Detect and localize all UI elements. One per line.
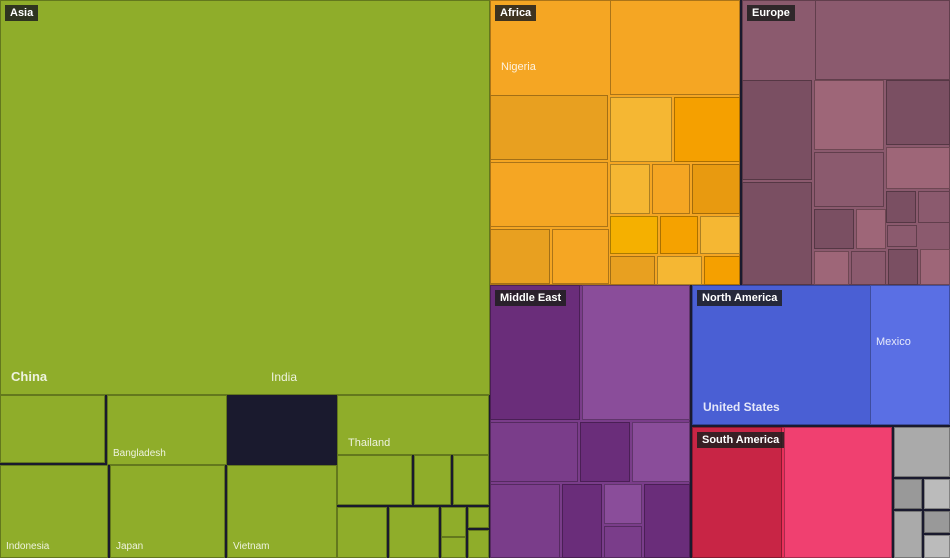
europe-sub9	[742, 182, 812, 285]
europe-sub10	[814, 251, 849, 285]
misc-block5	[924, 511, 950, 533]
asia-th-sub1	[337, 455, 412, 505]
mideast-sub4	[580, 422, 630, 482]
asia-label: Asia	[5, 5, 38, 21]
asia-th-sub8	[468, 507, 489, 528]
africa-sub10	[660, 216, 698, 254]
vietnam-block[interactable]: Vietnam	[227, 465, 337, 558]
africa-sub14	[610, 256, 655, 285]
europe-sub1	[815, 0, 950, 80]
europe-sub13	[920, 249, 950, 285]
africa-sub9	[610, 216, 658, 254]
us-label: United States	[703, 400, 780, 414]
mideast-iraq-block[interactable]: Iraq	[644, 484, 690, 558]
europe-sub3	[886, 147, 950, 189]
misc-block1	[894, 427, 950, 477]
asia-th-sub7	[441, 537, 466, 558]
europe-sub8	[887, 225, 917, 247]
japan-label: Japan	[116, 541, 143, 552]
treemap: Asia China India Bangladesh Indonesia Ja…	[0, 0, 950, 558]
mideast-sub5	[632, 422, 690, 482]
africa-sub11	[700, 216, 740, 254]
africa-sub4	[490, 95, 608, 160]
poland-block[interactable]: Poland	[814, 152, 884, 207]
africa-sub2	[610, 97, 672, 162]
mideast-sub9	[604, 526, 642, 558]
asia-region[interactable]: Asia China India	[0, 0, 490, 395]
misc-block2	[894, 479, 922, 509]
mideast-sub7	[562, 484, 602, 558]
mideast-sub6	[490, 484, 560, 558]
mexico-label: Mexico	[876, 336, 911, 348]
vietnam-label: Vietnam	[233, 541, 270, 552]
asia-th-sub4	[337, 507, 387, 558]
mideast-sub8	[604, 484, 642, 524]
europe-sub12	[888, 249, 918, 285]
europe-sub2	[886, 80, 950, 145]
europe-sub11	[851, 251, 886, 285]
bangladesh-block[interactable]: Bangladesh	[107, 395, 227, 465]
japan-block[interactable]: Japan	[110, 465, 225, 558]
africa-sub16	[704, 256, 740, 285]
asia-th-sub3	[453, 455, 489, 505]
africa-sub6	[652, 164, 690, 214]
nigeria-label: Nigeria	[501, 61, 536, 73]
africa-label: Africa	[495, 5, 536, 21]
africa-sub5	[610, 164, 650, 214]
africa-sub3	[674, 97, 740, 162]
south-america-sub2	[784, 427, 892, 558]
asia-th-sub9	[468, 530, 489, 558]
indonesia-label: Indonesia	[6, 541, 49, 552]
misc-block6	[924, 535, 950, 558]
europe-sub7	[856, 209, 886, 249]
france-block	[742, 80, 812, 180]
europe-sub4	[886, 191, 916, 223]
mideast-sub3	[490, 422, 578, 482]
europe-sub5	[918, 191, 950, 223]
asia-th-sub2	[414, 455, 451, 505]
misc-block4	[894, 511, 922, 558]
india-label: India	[271, 370, 297, 384]
asia-th-sub6	[441, 507, 466, 537]
africa-sub13	[552, 229, 609, 284]
europe-sub6	[814, 209, 854, 249]
bangladesh-label: Bangladesh	[113, 448, 166, 459]
africa-sub1	[610, 0, 740, 95]
spain-block[interactable]: Spain	[814, 80, 884, 150]
europe-label: Europe	[747, 5, 795, 21]
asia-sub-block	[0, 395, 105, 463]
thailand-label: Thailand	[348, 437, 390, 449]
mideast-sub2	[582, 285, 690, 420]
africa-sub8	[490, 162, 608, 227]
africa-sub12	[490, 229, 550, 284]
middle-east-label: Middle East	[495, 290, 566, 306]
mexico-block[interactable]: Mexico	[870, 285, 950, 425]
thailand-block[interactable]: Thailand	[337, 395, 489, 455]
china-label: China	[11, 369, 47, 384]
asia-th-sub5	[389, 507, 439, 558]
south-america-label: South America	[697, 432, 784, 448]
north-america-label: North America	[697, 290, 782, 306]
africa-sub7	[692, 164, 740, 214]
misc-block3	[924, 479, 950, 509]
indonesia-block[interactable]: Indonesia	[0, 465, 108, 558]
africa-sub15	[657, 256, 702, 285]
